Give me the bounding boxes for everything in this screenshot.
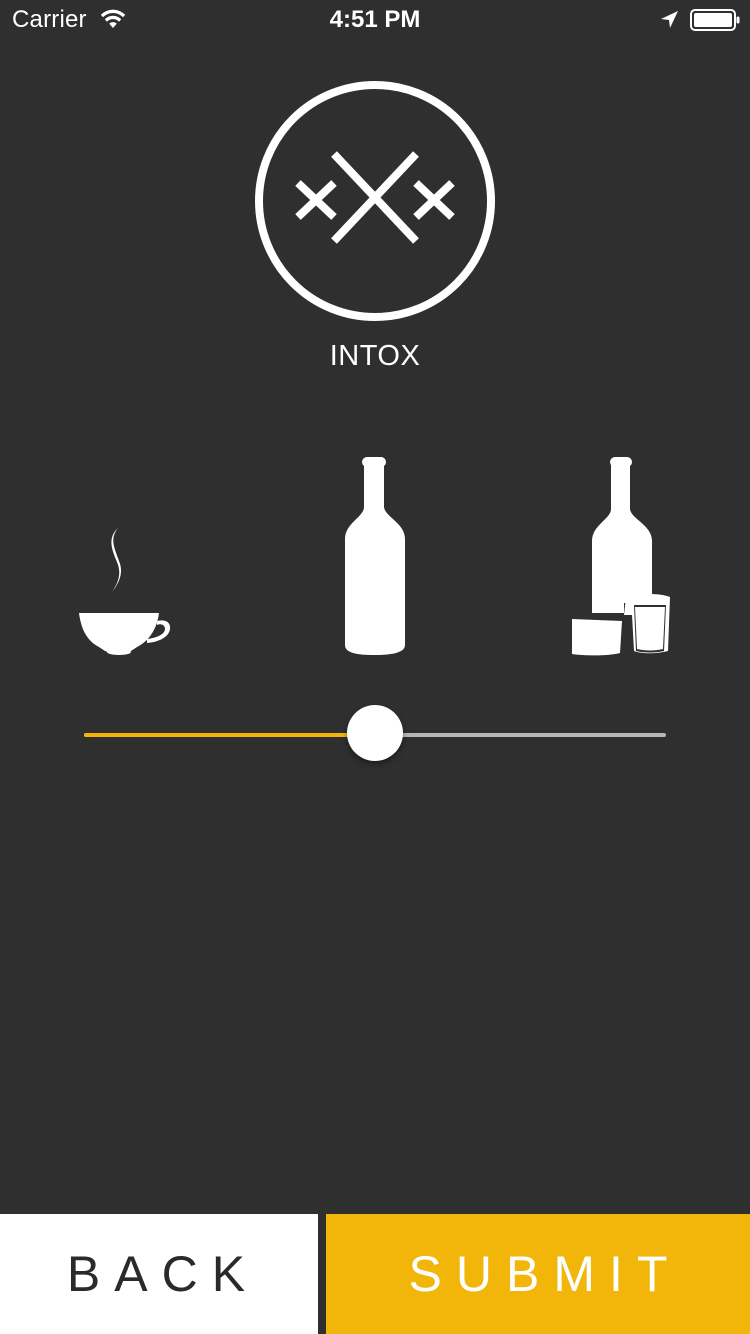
bottom-bar: BACK SUBMIT bbox=[0, 1214, 750, 1334]
slider-thumb[interactable] bbox=[347, 705, 403, 761]
status-time: 4:51 PM bbox=[329, 6, 421, 33]
intox-level-slider[interactable] bbox=[84, 705, 666, 763]
coffee-cup-icon[interactable] bbox=[75, 525, 175, 662]
bottle-icon[interactable] bbox=[343, 455, 409, 662]
bottle-with-glasses-icon[interactable] bbox=[568, 455, 674, 664]
submit-button[interactable]: SUBMIT bbox=[326, 1214, 750, 1334]
location-arrow-icon bbox=[660, 10, 680, 35]
slider-fill bbox=[84, 733, 375, 737]
intox-logo-icon bbox=[254, 80, 496, 327]
battery-icon bbox=[690, 9, 740, 36]
status-bar: Carrier 4:51 PM bbox=[0, 0, 750, 40]
app-title: INTOX bbox=[329, 340, 421, 372]
back-button[interactable]: BACK bbox=[0, 1214, 318, 1334]
